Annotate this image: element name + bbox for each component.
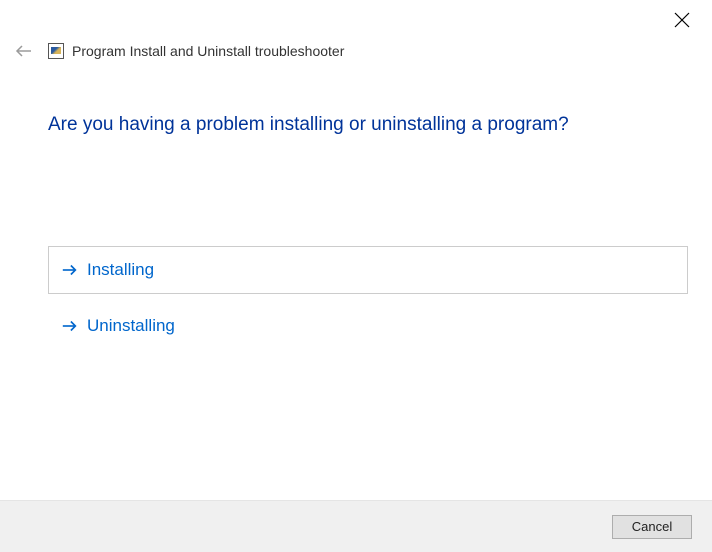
app-title: Program Install and Uninstall troublesho…	[72, 43, 344, 59]
back-button	[14, 41, 34, 61]
close-icon	[674, 12, 690, 28]
question-heading: Are you having a problem installing or u…	[48, 114, 690, 136]
main-content: Are you having a problem installing or u…	[0, 66, 712, 350]
option-label: Uninstalling	[87, 316, 175, 336]
option-uninstalling[interactable]: Uninstalling	[48, 302, 688, 350]
header-row: Program Install and Uninstall troublesho…	[0, 36, 712, 66]
cancel-button[interactable]: Cancel	[612, 515, 692, 539]
close-button[interactable]	[674, 12, 690, 28]
back-arrow-icon	[14, 41, 34, 61]
option-label: Installing	[87, 260, 154, 280]
titlebar	[0, 0, 712, 36]
footer: Cancel	[0, 500, 712, 552]
arrow-right-icon	[61, 261, 79, 279]
option-installing[interactable]: Installing	[48, 246, 688, 294]
arrow-right-icon	[61, 317, 79, 335]
app-icon	[48, 43, 64, 59]
